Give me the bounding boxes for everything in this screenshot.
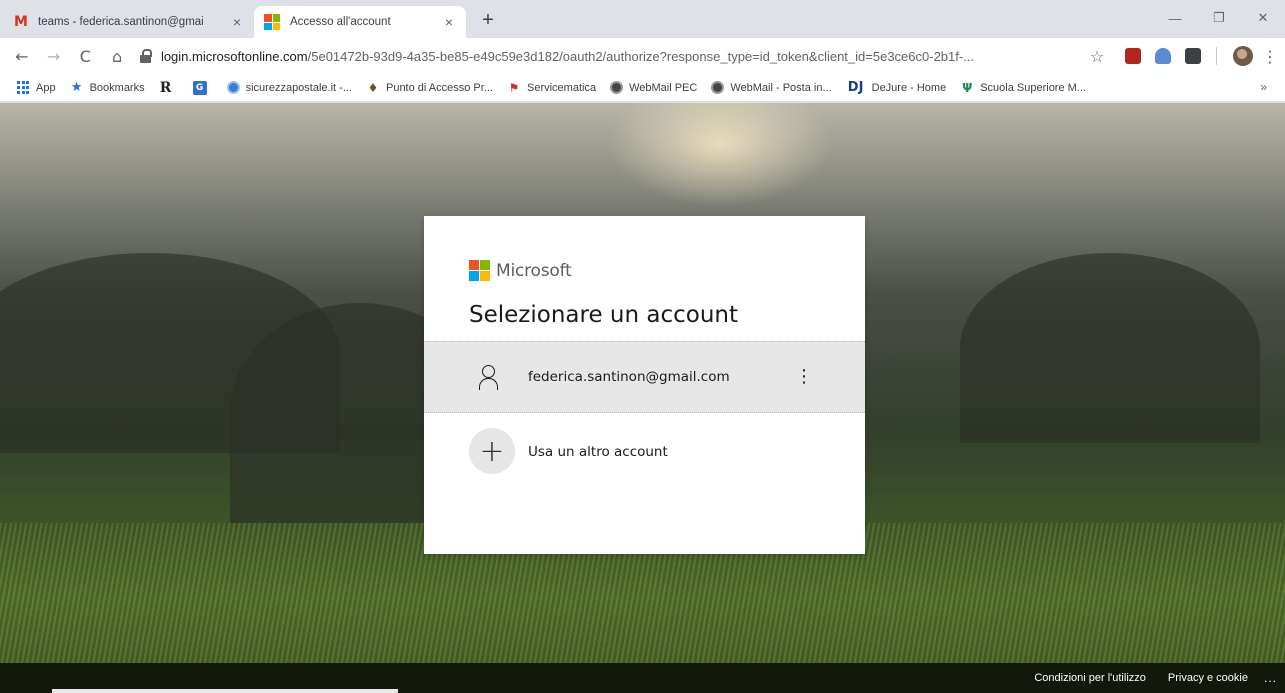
bookmark-blue[interactable]: G (192, 80, 213, 95)
browser-toolbar: ← → C ⌂ login.microsoftonline.com/5e0147… (0, 38, 1285, 74)
account-options-icon[interactable]: ⋮ (794, 364, 814, 390)
bookmark-label: DeJure - Home (871, 81, 947, 94)
use-another-account-tile[interactable]: + Usa un altro account (424, 415, 865, 487)
microsoft-brand: Microsoft (469, 260, 572, 281)
star-icon[interactable]: ☆ (1086, 47, 1108, 66)
close-window-button[interactable]: ✕ (1241, 0, 1285, 36)
bookmark-webmail-pec[interactable]: WebMail PEC (610, 81, 697, 94)
bookmark-r[interactable]: R (159, 79, 179, 96)
toolbar-icons: ☆ ⋮ (1086, 46, 1279, 66)
globe-icon (610, 81, 624, 94)
back-button[interactable]: ← (8, 42, 36, 70)
flag-icon: ⚑ (508, 80, 520, 95)
forward-button[interactable]: → (40, 42, 68, 70)
window-controls: — ❐ ✕ (1153, 0, 1285, 36)
lock-icon (139, 49, 153, 63)
ss-logo-icon: Ψ (962, 80, 973, 95)
account-picker-card: Microsoft Selezionare un account federic… (424, 216, 865, 554)
bookmark-label: sicurezzapostale.it -... (245, 81, 352, 94)
url-path: /5e01472b-93d9-4a35-be85-e49c59e3d182/oa… (307, 48, 975, 64)
footer-more-button[interactable]: ... (1264, 671, 1277, 685)
box-extension-icon[interactable] (1185, 48, 1201, 64)
bookmarks-overflow-button[interactable]: » (1260, 80, 1267, 94)
tab-microsoft-login[interactable]: Accesso all'account × (254, 6, 466, 38)
dj-logo-icon: DJ (847, 80, 864, 95)
bookmark-label: Servicematica (527, 81, 597, 94)
brand-name: Microsoft (496, 260, 572, 281)
background-mountain (960, 253, 1260, 443)
menu-icon[interactable]: ⋮ (1261, 47, 1279, 66)
plus-icon: + (469, 428, 515, 474)
pdf-extension-icon[interactable] (1125, 48, 1141, 64)
new-tab-button[interactable]: + (476, 8, 500, 32)
apps-grid-icon (16, 80, 30, 95)
bookmarks-bar: App ★ Bookmarks R G sicurezzapostale.it … (0, 74, 1285, 102)
tab-close-icon[interactable]: × (226, 14, 248, 30)
person-extension-icon[interactable] (1155, 48, 1171, 64)
bookmark-label: Punto di Accesso Pr... (385, 81, 493, 94)
bookmark-punto-accesso[interactable]: ♦ Punto di Accesso Pr... (366, 81, 493, 95)
terms-link[interactable]: Condizioni per l'utilizzo (1034, 672, 1146, 684)
blue-square-icon: G (192, 80, 207, 95)
globe-icon (226, 81, 240, 94)
microsoft-icon (264, 14, 280, 30)
page-title: Selezionare un account (469, 302, 739, 328)
bookmark-scuola-superiore[interactable]: Ψ Scuola Superiore M... (960, 81, 1086, 95)
gmail-icon: M (14, 14, 28, 30)
bookmark-label: Bookmarks (89, 81, 145, 94)
star-icon: ★ (70, 80, 83, 95)
bookmark-apps[interactable]: App (16, 80, 56, 95)
minimize-button[interactable]: — (1153, 0, 1197, 36)
r-logo-icon: R (159, 79, 172, 96)
avatar[interactable] (1233, 46, 1253, 66)
leaf-icon: ♦ (367, 80, 379, 95)
tab-title: teams - federica.santinon@gmai (38, 16, 204, 28)
reload-button[interactable]: C (71, 42, 99, 70)
bookmark-sicurezzapostale[interactable]: sicurezzapostale.it -... (226, 81, 352, 94)
microsoft-logo-icon (469, 260, 490, 281)
bookmark-servicematica[interactable]: ⚑ Servicematica (507, 81, 596, 95)
toolbar-separator (1216, 47, 1217, 65)
address-bar[interactable]: login.microsoftonline.com/5e01472b-93d9-… (139, 42, 1086, 70)
bookmark-dejure[interactable]: DJ DeJure - Home (846, 80, 947, 95)
account-email: federica.santinon@gmail.com (528, 369, 730, 385)
tab-strip: M teams - federica.santinon@gmai × Acces… (0, 0, 1285, 38)
tab-gmail[interactable]: M teams - federica.santinon@gmai × (14, 6, 254, 38)
person-icon (479, 365, 499, 390)
account-tile[interactable]: federica.santinon@gmail.com ⋮ (424, 341, 865, 413)
restore-button[interactable]: ❐ (1197, 0, 1241, 36)
bookmark-label: App (36, 81, 56, 94)
login-page-background: Microsoft Selezionare un account federic… (0, 103, 1285, 693)
url-host: login.microsoftonline.com (160, 48, 308, 64)
tab-title: Accesso all'account (290, 16, 391, 28)
bookmark-label: WebMail - Posta in... (730, 81, 832, 94)
globe-icon (711, 81, 725, 94)
bookmark-webmail-posta[interactable]: WebMail - Posta in... (711, 81, 832, 94)
tab-close-icon[interactable]: × (438, 14, 460, 30)
use-another-account-label: Usa un altro account (528, 444, 668, 460)
privacy-link[interactable]: Privacy e cookie (1168, 672, 1248, 684)
taskbar-strip (52, 689, 398, 693)
home-button[interactable]: ⌂ (103, 42, 131, 70)
bookmark-label: Scuola Superiore M... (980, 81, 1086, 94)
bookmark-bookmarks[interactable]: ★ Bookmarks (70, 80, 145, 95)
bookmark-label: WebMail PEC (629, 81, 698, 94)
